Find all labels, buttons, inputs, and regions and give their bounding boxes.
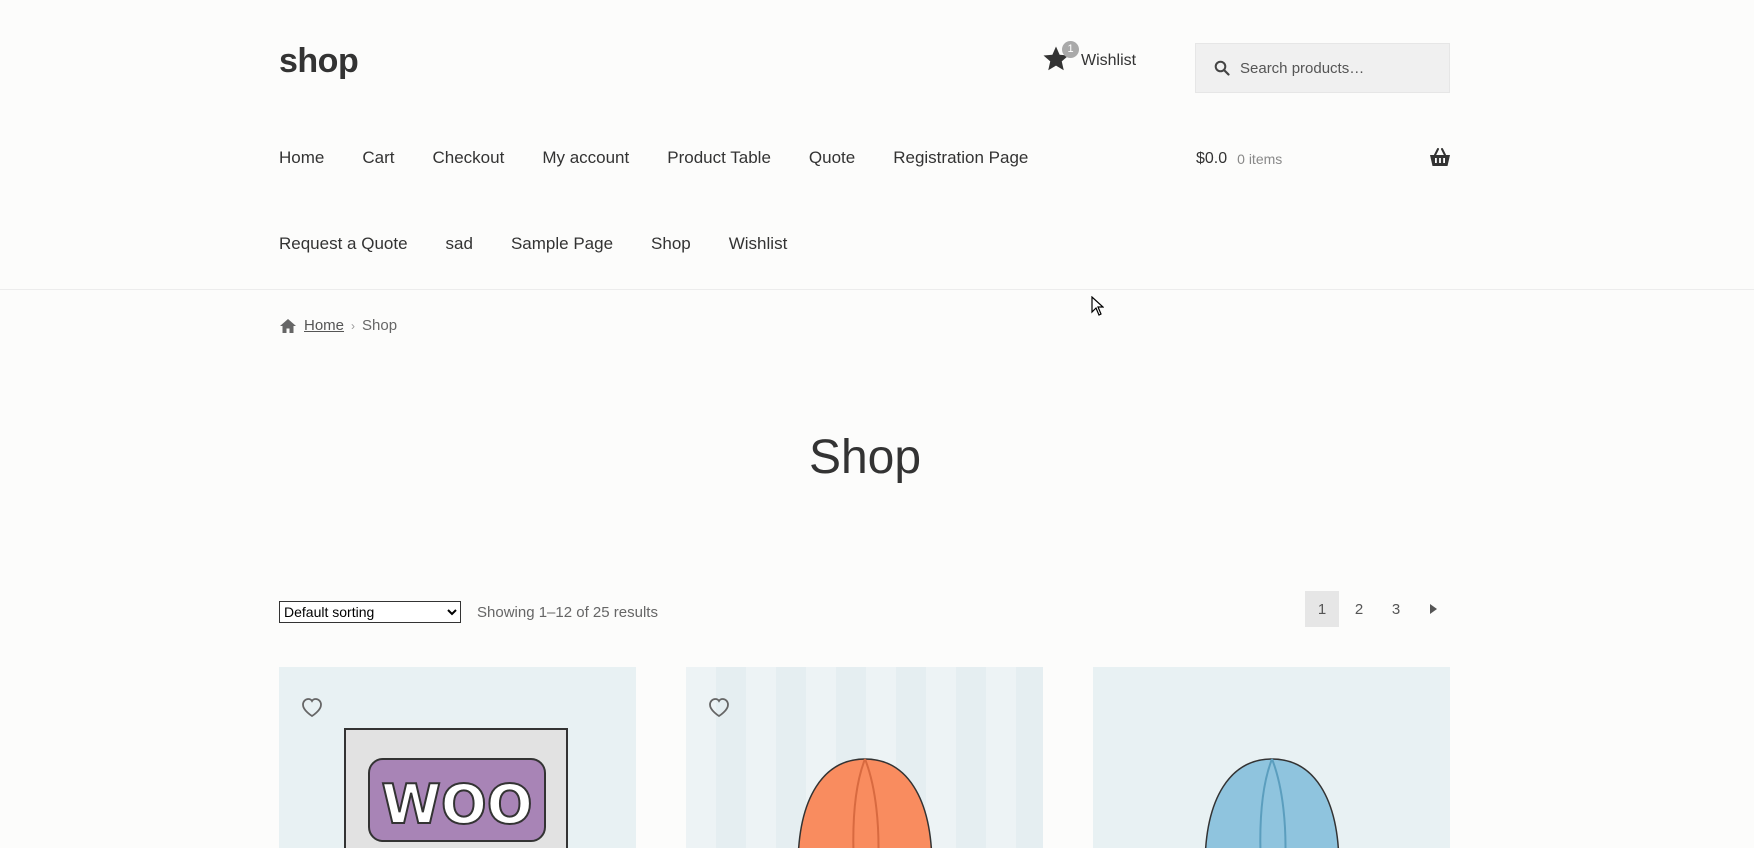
page-2-link[interactable]: 2: [1342, 591, 1376, 627]
sorting-select[interactable]: Default sorting: [279, 601, 461, 623]
nav-item-product-table[interactable]: Product Table: [667, 148, 771, 170]
product-card-orange-beanie[interactable]: [686, 667, 1043, 848]
wishlist-count-badge: 1: [1062, 41, 1079, 58]
header-cart[interactable]: $0.0 0 items: [1196, 148, 1451, 168]
wishlist-label: Wishlist: [1081, 52, 1137, 69]
nav-item-my-account[interactable]: My account: [542, 148, 629, 170]
cart-item-count: 0 items: [1237, 151, 1283, 167]
nav-item-quote[interactable]: Quote: [809, 148, 855, 170]
site-title[interactable]: shop: [279, 42, 359, 81]
breadcrumb-current: Shop: [362, 317, 398, 334]
breadcrumb-home-link[interactable]: Home: [304, 317, 344, 334]
breadcrumb-separator: ›: [351, 318, 356, 333]
page-3-link[interactable]: 3: [1379, 591, 1413, 627]
orange-beanie-image: [798, 758, 932, 848]
home-icon: [280, 318, 296, 333]
page-title: Shop: [808, 431, 922, 484]
nav-row-1: Home Cart Checkout My account Product Ta…: [279, 148, 1079, 170]
nav-row-2: Request a Quote sad Sample Page Shop Wis…: [279, 234, 1079, 256]
product-search: [1195, 43, 1450, 93]
nav-item-sample-page[interactable]: Sample Page: [511, 234, 613, 256]
result-count: Showing 1–12 of 25 results: [477, 603, 658, 621]
basket-icon[interactable]: [1429, 148, 1451, 168]
heart-icon[interactable]: [707, 696, 731, 718]
header-wishlist-link[interactable]: 1 Wishlist: [1041, 41, 1137, 74]
page-1-current: 1: [1305, 591, 1339, 627]
product-grid: WOO: [279, 667, 1450, 848]
nav-item-sad[interactable]: sad: [446, 234, 473, 256]
blue-beanie-image: [1205, 758, 1339, 848]
nav-item-registration-page[interactable]: Registration Page: [893, 148, 1028, 170]
nav-item-checkout[interactable]: Checkout: [432, 148, 504, 170]
breadcrumb: Home › Shop: [279, 317, 397, 334]
nav-item-request-a-quote[interactable]: Request a Quote: [279, 234, 408, 256]
product-card-blue-beanie[interactable]: [1093, 667, 1450, 848]
svg-text:WOO: WOO: [381, 773, 532, 836]
primary-navigation: Home Cart Checkout My account Product Ta…: [279, 148, 1079, 320]
site-header: shop 1 Wishlist Home Cart Checkout My ac…: [0, 0, 1754, 290]
mouse-cursor-icon: [1091, 296, 1104, 316]
shop-toolbar: Default sorting Showing 1–12 of 25 resul…: [279, 591, 1450, 627]
star-icon: 1: [1041, 41, 1079, 74]
heart-icon[interactable]: [300, 696, 324, 718]
nav-item-home[interactable]: Home: [279, 148, 324, 170]
search-icon: [1214, 60, 1230, 76]
nav-item-shop[interactable]: Shop: [651, 234, 691, 256]
nav-item-cart[interactable]: Cart: [362, 148, 394, 170]
pagination: 1 2 3: [1302, 591, 1450, 627]
caret-right-icon: [1430, 604, 1437, 614]
product-card-woo-poster[interactable]: WOO: [279, 667, 636, 848]
woo-poster-image: WOO: [344, 728, 568, 848]
search-input[interactable]: [1240, 59, 1440, 77]
nav-item-wishlist[interactable]: Wishlist: [729, 234, 788, 256]
next-page-button[interactable]: [1416, 591, 1450, 627]
cart-amount: $0.0: [1196, 150, 1228, 167]
